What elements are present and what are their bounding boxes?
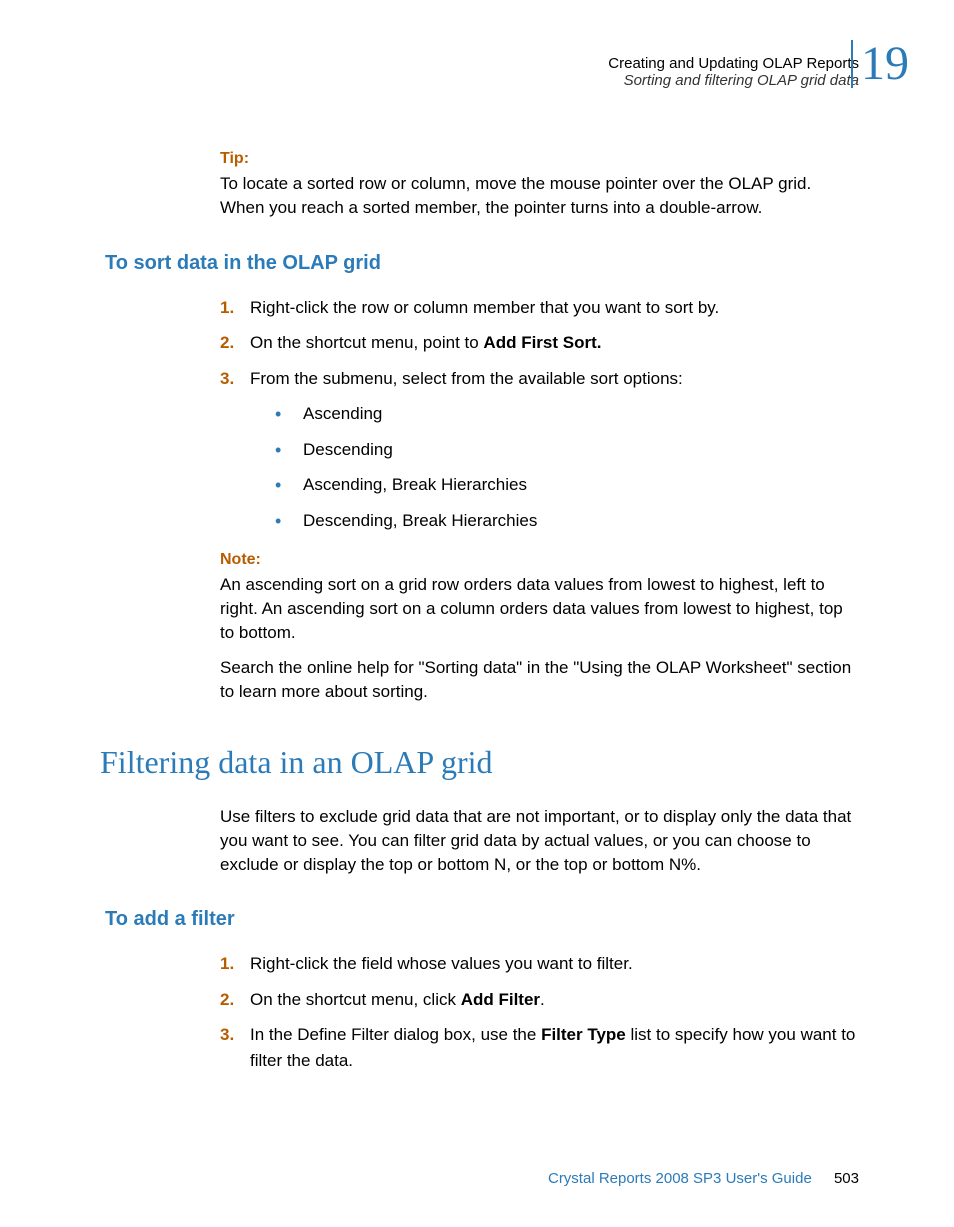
step-text: On the shortcut menu, click <box>250 990 461 1009</box>
tip-text: To locate a sorted row or column, move t… <box>220 172 859 220</box>
heading-add-filter: To add a filter <box>105 908 859 931</box>
list-item: Descending <box>275 437 859 463</box>
list-item: 3. From the submenu, select from the ava… <box>220 366 859 534</box>
list-item: 3. In the Define Filter dialog box, use … <box>220 1022 859 1073</box>
page-footer: Crystal Reports 2008 SP3 User's Guide 50… <box>548 1170 859 1187</box>
step-number: 3. <box>220 366 234 392</box>
step-number: 1. <box>220 951 234 977</box>
step-text: In the Define Filter dialog box, use the <box>250 1025 541 1044</box>
list-item: 1. Right-click the field whose values yo… <box>220 951 859 977</box>
step-suffix: . <box>540 990 545 1009</box>
footer-page-number: 503 <box>834 1170 859 1187</box>
sort-options-list: Ascending Descending Ascending, Break Hi… <box>275 401 859 533</box>
list-item: 2. On the shortcut menu, click Add Filte… <box>220 987 859 1013</box>
step-text: Right-click the field whose values you w… <box>250 954 633 973</box>
note-text: An ascending sort on a grid row orders d… <box>220 573 859 644</box>
filter-intro-text: Use filters to exclude grid data that ar… <box>220 805 859 876</box>
step-text: On the shortcut menu, point to <box>250 333 483 352</box>
tip-label: Tip: <box>220 150 859 168</box>
step-number: 1. <box>220 295 234 321</box>
chapter-number: 19 <box>851 40 909 88</box>
step-bold: Add Filter <box>461 990 540 1009</box>
step-text: From the submenu, select from the availa… <box>250 369 683 388</box>
step-bold: Filter Type <box>541 1025 626 1044</box>
list-item: 2. On the shortcut menu, point to Add Fi… <box>220 330 859 356</box>
filter-steps-list: 1. Right-click the field whose values yo… <box>220 951 859 1073</box>
sort-steps-list: 1. Right-click the row or column member … <box>220 295 859 534</box>
footer-guide-name: Crystal Reports 2008 SP3 User's Guide <box>548 1170 812 1187</box>
filter-steps-block: 1. Right-click the field whose values yo… <box>220 951 859 1073</box>
page-header: Creating and Updating OLAP Reports Sorti… <box>608 55 859 89</box>
filter-intro-block: Use filters to exclude grid data that ar… <box>220 805 859 876</box>
note-block: Note: An ascending sort on a grid row or… <box>220 551 859 704</box>
step-number: 2. <box>220 330 234 356</box>
page-content: Tip: To locate a sorted row or column, m… <box>105 150 859 1083</box>
list-item: Ascending <box>275 401 859 427</box>
sort-steps-block: 1. Right-click the row or column member … <box>220 295 859 534</box>
step-bold: Add First Sort. <box>483 333 601 352</box>
step-number: 3. <box>220 1022 234 1048</box>
list-item: Descending, Break Hierarchies <box>275 508 859 534</box>
tip-block: Tip: To locate a sorted row or column, m… <box>220 150 859 220</box>
list-item: 1. Right-click the row or column member … <box>220 295 859 321</box>
heading-filtering-data: Filtering data in an OLAP grid <box>100 744 859 781</box>
list-item: Ascending, Break Hierarchies <box>275 472 859 498</box>
header-section-title: Sorting and filtering OLAP grid data <box>608 72 859 89</box>
step-text: Right-click the row or column member tha… <box>250 298 719 317</box>
note-label: Note: <box>220 551 859 569</box>
header-chapter-title: Creating and Updating OLAP Reports <box>608 55 859 72</box>
heading-sort-data: To sort data in the OLAP grid <box>105 252 859 275</box>
step-number: 2. <box>220 987 234 1013</box>
sort-help-para: Search the online help for "Sorting data… <box>220 656 859 704</box>
